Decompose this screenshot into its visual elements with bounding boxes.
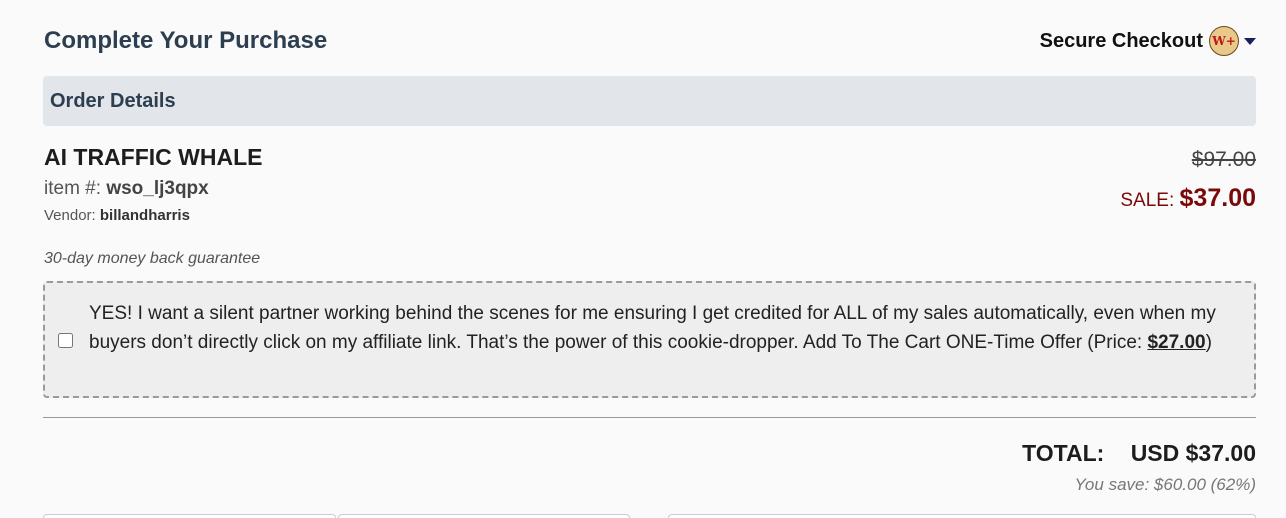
payment-option-1[interactable]	[43, 514, 336, 518]
upsell-offer-text: YES! I want a silent partner working beh…	[89, 303, 1216, 353]
order-details-header: Order Details	[43, 76, 1256, 126]
vendor-label: Vendor:	[44, 207, 96, 224]
secure-checkout-menu[interactable]: Secure Checkout W+	[1040, 26, 1256, 56]
secure-checkout-label: Secure Checkout	[1039, 29, 1203, 52]
order-details-title: Order Details	[50, 89, 176, 112]
savings-text: You save: $60.00 (62%)	[1074, 475, 1256, 494]
brand-logo-icon: W+	[1209, 26, 1239, 56]
item-name: AI TRAFFIC WHALE	[44, 144, 263, 170]
item-number-value: wso_lj3qpx	[106, 178, 209, 199]
total-value: USD $37.00	[1130, 440, 1256, 466]
order-item: AI TRAFFIC WHALE item #: wso_lj3qpx Vend…	[43, 126, 1256, 250]
order-total: TOTAL: USD $37.00	[1022, 440, 1256, 467]
vendor-name: billandharris	[99, 207, 190, 224]
sale-amount: $37.00	[1179, 184, 1256, 212]
upsell-offer-price[interactable]: $27.00	[1147, 332, 1205, 353]
upsell-offer-box[interactable]: YES! I want a silent partner working beh…	[43, 281, 1256, 398]
payment-option-2[interactable]	[338, 514, 630, 518]
item-number-label: item #:	[44, 178, 102, 199]
money-back-guarantee: 30-day money back guarantee	[44, 250, 261, 267]
total-label: TOTAL:	[1022, 440, 1105, 466]
item-number: item #: wso_lj3qpx	[44, 178, 209, 200]
top-bar: Complete Your Purchase Secure Checkout W…	[43, 0, 1256, 76]
vendor: Vendor: billandharris	[44, 207, 190, 224]
payment-option-3[interactable]	[668, 514, 1256, 518]
upsell-offer-suffix: )	[1205, 332, 1212, 353]
chevron-down-icon[interactable]	[1244, 37, 1256, 45]
upsell-offer-checkbox[interactable]	[58, 333, 73, 348]
page-title: Complete Your Purchase	[44, 27, 328, 54]
sale-price: SALE: $37.00	[1120, 184, 1256, 213]
original-price: $97.00	[1191, 148, 1256, 171]
checkout-container: Complete Your Purchase Secure Checkout W…	[43, 0, 1256, 250]
sale-label: SALE:	[1120, 190, 1175, 211]
divider	[43, 417, 1256, 418]
